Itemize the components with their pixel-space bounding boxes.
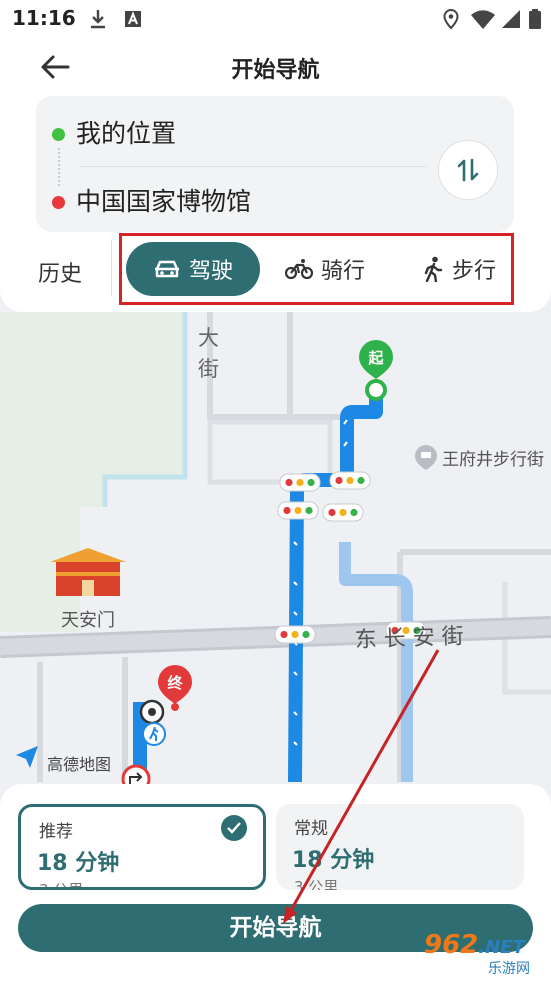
- tab-drive-label: 驾驶: [188, 259, 233, 284]
- car-icon: [154, 260, 179, 278]
- destination-dot-icon: [52, 196, 65, 209]
- route-connector: [58, 148, 60, 186]
- notification-a-icon: [125, 11, 141, 27]
- map-logo-label: 高德地图: [47, 755, 111, 774]
- option-time: 18 分钟: [292, 848, 375, 873]
- check-icon: [221, 815, 247, 841]
- watermark-brand: 962.NET: [424, 930, 525, 960]
- location-icon: [443, 8, 459, 30]
- option-distance: 3 公里: [39, 881, 84, 890]
- origin-field[interactable]: 我的位置: [76, 114, 176, 150]
- battery-icon: [529, 9, 541, 29]
- traffic-light-icon: [322, 503, 364, 522]
- signal-icon: [502, 10, 520, 28]
- mode-separator: [111, 240, 112, 296]
- traffic-light-icon: [329, 471, 371, 490]
- tab-bike[interactable]: 骑行: [285, 242, 365, 296]
- tab-drive[interactable]: 驾驶: [126, 242, 260, 296]
- download-icon: [91, 10, 105, 29]
- traffic-light-icon: [277, 501, 319, 520]
- option-time: 18 分钟: [37, 851, 120, 876]
- watermark: 962.NET 乐游网: [410, 928, 551, 981]
- route-option-normal[interactable]: 常规 18 分钟 3 公里: [276, 804, 524, 890]
- mode-highlight-box: 驾驶 骑行 步行: [119, 233, 514, 305]
- street-label-main: 东 长 安 街: [354, 624, 464, 653]
- route-option-recommended[interactable]: 推荐 18 分钟 3 公里: [18, 804, 266, 890]
- map-canvas[interactable]: 起 终 天安门 王府井步行街 大 街 东 长 安 街 高德地图: [0, 312, 551, 792]
- traffic-light-icon: [279, 473, 321, 492]
- route-divider: [80, 166, 426, 167]
- option-distance: 3 公里: [294, 878, 339, 890]
- option-label: 推荐: [39, 822, 73, 842]
- street-label-vertical-2: 街: [198, 357, 219, 381]
- status-time: 11:16: [12, 6, 76, 30]
- swap-arrows-icon: [457, 158, 479, 182]
- route-card: 我的位置 中国国家博物馆 历史 驾驶 骑行 步行: [0, 90, 551, 312]
- history-tab[interactable]: 历史: [38, 256, 82, 288]
- tab-bike-label: 骑行: [321, 259, 366, 284]
- tab-walk[interactable]: 步行: [422, 242, 496, 296]
- landmark-label: 天安门: [61, 610, 115, 631]
- destination-field[interactable]: 中国国家博物馆: [76, 182, 251, 218]
- poi-label: 王府井步行街: [442, 450, 544, 470]
- end-marker-label: 终: [167, 674, 183, 692]
- swap-route-button[interactable]: [438, 140, 498, 200]
- tab-walk-label: 步行: [452, 259, 497, 284]
- page-title: 开始导航: [231, 58, 320, 83]
- route-input-box: 我的位置 中国国家博物馆: [36, 96, 514, 232]
- start-marker-label: 起: [367, 349, 384, 367]
- map-view[interactable]: 起 终 天安门 王府井步行街 大 街 东 长 安 街 高德地图: [0, 312, 551, 792]
- street-label-vertical-1: 大: [198, 326, 219, 350]
- watermark-site: 乐游网: [488, 961, 530, 977]
- bicycle-icon: [285, 259, 313, 280]
- wifi-icon: [471, 10, 495, 29]
- origin-dot-icon: [52, 128, 65, 141]
- walking-icon: [424, 256, 443, 282]
- status-bar: 11:16: [0, 0, 551, 38]
- header: 开始导航: [0, 38, 551, 98]
- option-label: 常规: [294, 819, 328, 839]
- traffic-light-icon: [274, 625, 316, 644]
